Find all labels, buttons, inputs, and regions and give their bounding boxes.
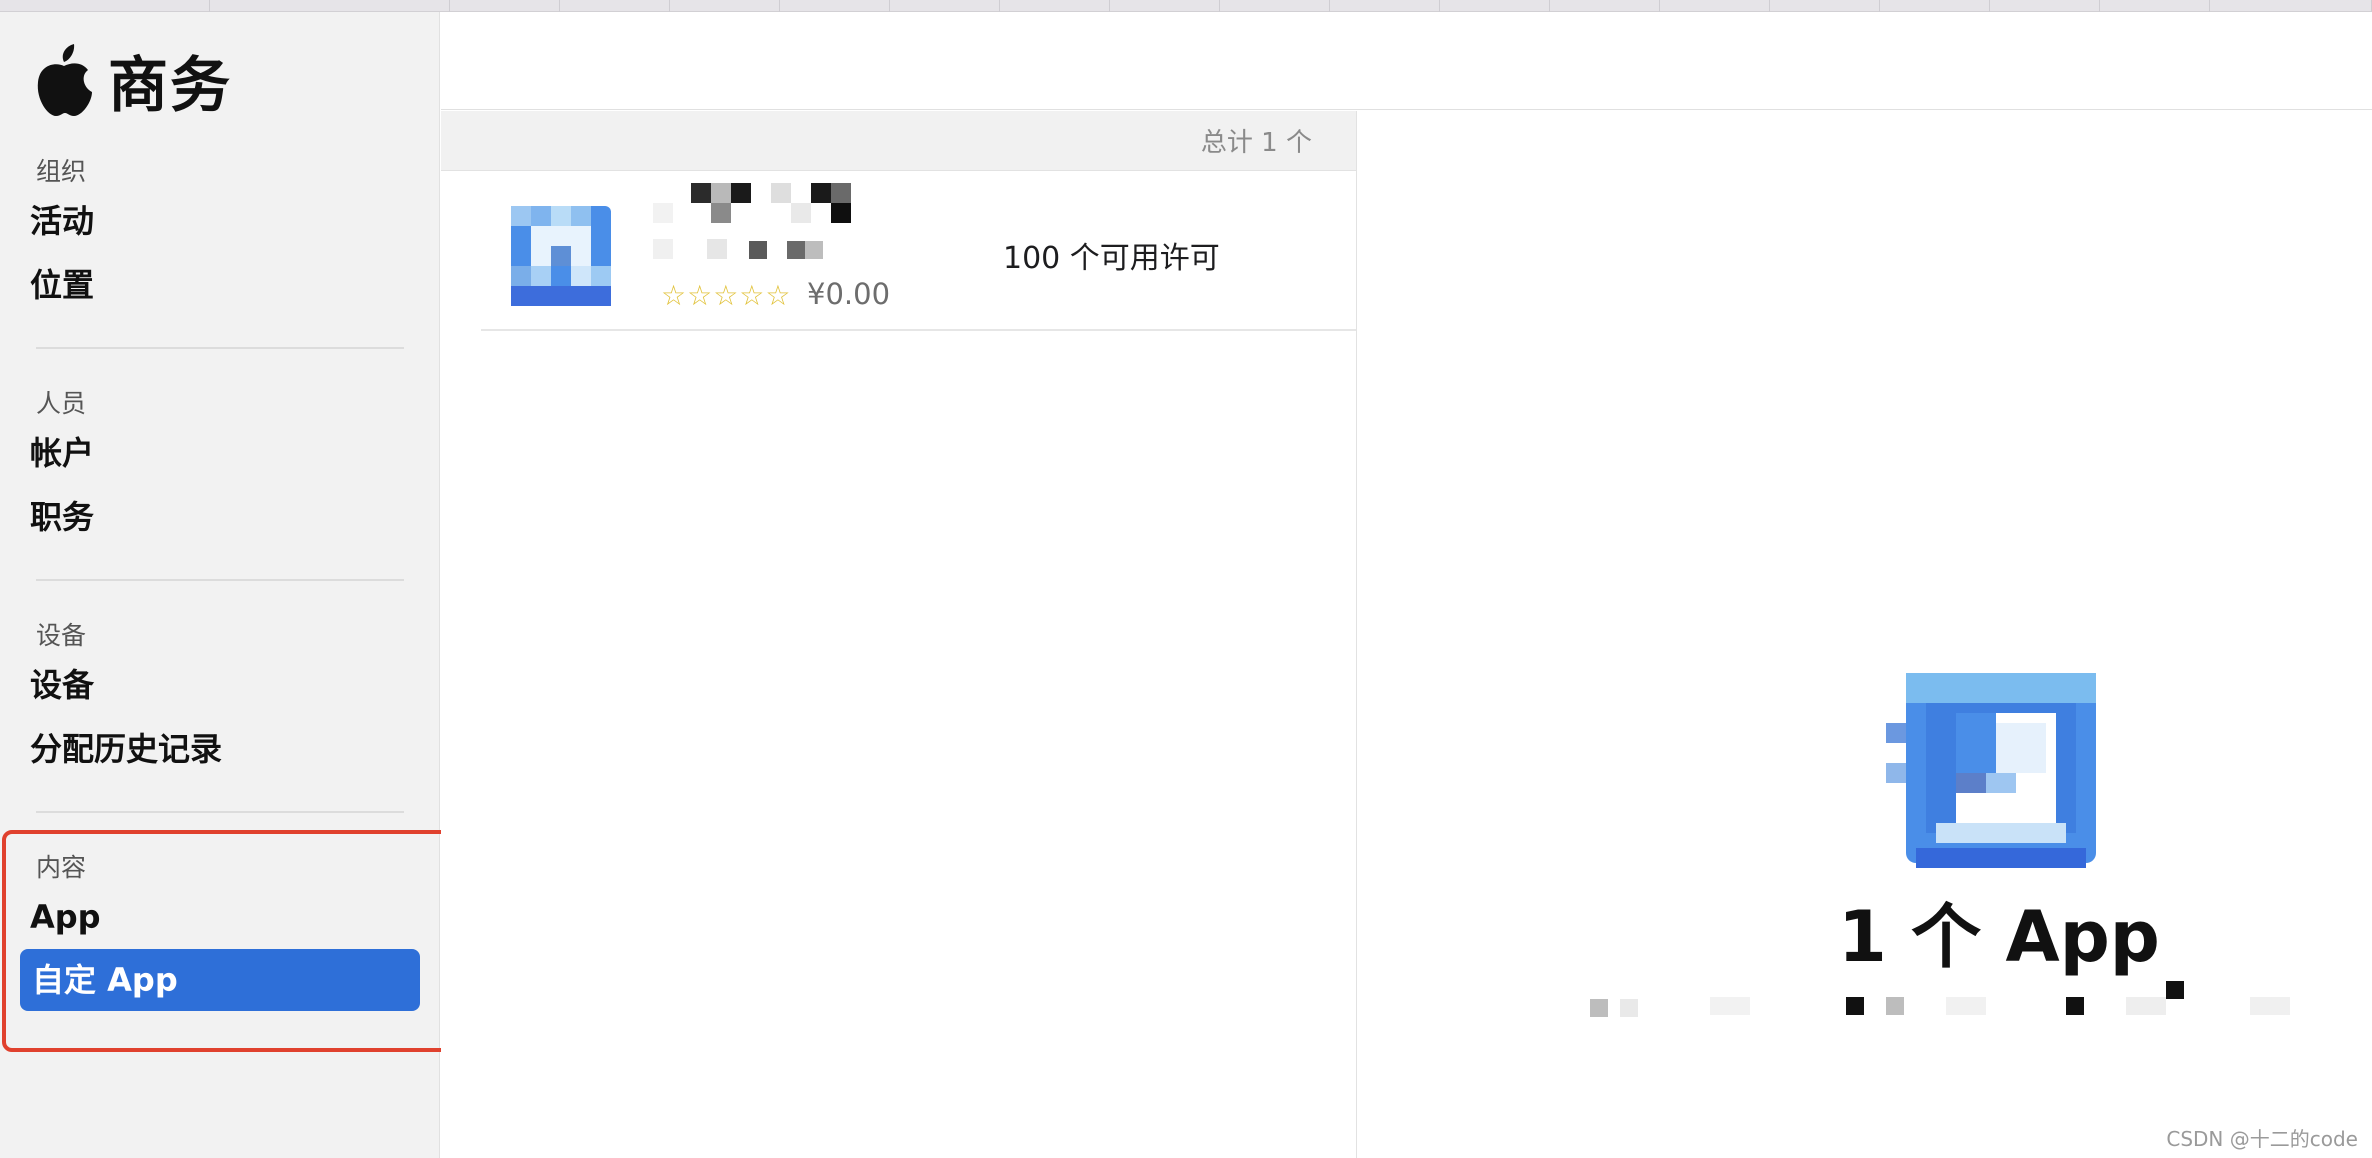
watermark: CSDN @十二的code xyxy=(2166,1127,2358,1151)
tab-segment[interactable] xyxy=(2210,0,2372,12)
app-icon xyxy=(511,206,611,306)
sidebar-item-locations[interactable]: 位置 xyxy=(30,262,94,308)
section-label-devices: 设备 xyxy=(36,621,87,650)
sidebar-item-roles[interactable]: 职务 xyxy=(30,494,94,540)
app-price: ¥0.00 xyxy=(807,277,891,311)
brand-header: 商务 xyxy=(34,40,232,121)
app-icon xyxy=(1886,673,2096,868)
tab-segment[interactable] xyxy=(450,0,560,12)
description-obscured xyxy=(1590,981,2290,1017)
apple-logo-icon xyxy=(37,44,92,116)
list-item[interactable]: ... 100 个可用许可 ☆☆☆☆☆ ¥0.00 xyxy=(481,171,1356,331)
tab-segment[interactable] xyxy=(1440,0,1550,12)
license-count: 100 个可用许可 xyxy=(1003,241,1220,276)
rating-stars: ☆☆☆☆☆ xyxy=(661,279,792,312)
section-label-people: 人员 xyxy=(36,389,87,418)
app-subtitle-obscured xyxy=(653,231,823,267)
sidebar-divider xyxy=(36,811,404,813)
tab-segment[interactable] xyxy=(560,0,670,12)
tab-segment[interactable] xyxy=(1220,0,1330,12)
sidebar-item-devices[interactable]: 设备 xyxy=(30,662,94,708)
tab-segment[interactable] xyxy=(1880,0,1990,12)
total-count: 总计 1 个 xyxy=(1200,128,1312,158)
tab-segment[interactable] xyxy=(890,0,1000,12)
app-count-title: 1 个 App xyxy=(1838,896,2160,978)
tab-segment[interactable] xyxy=(1770,0,1880,12)
section-label-organization: 组织 xyxy=(36,157,87,186)
tab-segment[interactable] xyxy=(1330,0,1440,12)
sidebar-divider xyxy=(36,347,404,349)
tab-segment[interactable] xyxy=(210,0,450,12)
app-list-pane: 总计 1 个 ... xyxy=(441,111,1357,1158)
tab-segment[interactable] xyxy=(670,0,780,12)
detail-pane: 1 个 App xyxy=(1358,111,2372,1158)
toolbar xyxy=(441,12,2372,110)
list-header: 总计 1 个 xyxy=(441,111,1356,171)
brand-title: 商务 xyxy=(108,50,232,121)
sidebar-item-activity[interactable]: 活动 xyxy=(30,198,94,244)
tab-segment[interactable] xyxy=(1000,0,1110,12)
sidebar-divider xyxy=(36,579,404,581)
tab-segment[interactable] xyxy=(1990,0,2100,12)
tab-segment[interactable] xyxy=(2100,0,2210,12)
tab-segment[interactable] xyxy=(1110,0,1220,12)
sidebar-item-accounts[interactable]: 帐户 xyxy=(30,430,94,476)
sidebar-item-assignment-history[interactable]: 分配历史记录 xyxy=(30,726,222,772)
window-tab-strip xyxy=(0,0,2372,12)
tab-segment[interactable] xyxy=(1660,0,1770,12)
tab-segment[interactable] xyxy=(0,0,210,12)
tab-segment[interactable] xyxy=(1550,0,1660,12)
tab-segment[interactable] xyxy=(780,0,890,12)
